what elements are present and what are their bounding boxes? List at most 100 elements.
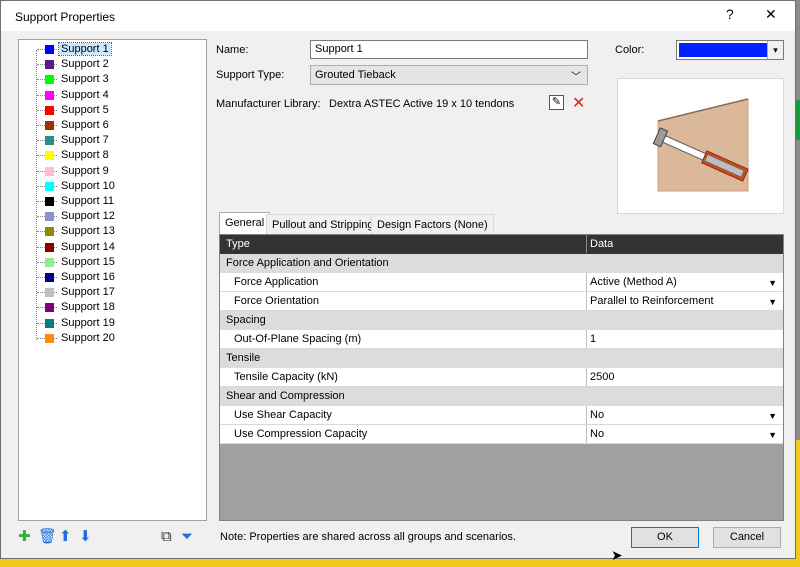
property-name: Tensile [226,352,261,364]
grid-property-row[interactable]: Tensile Capacity (kN) 2500 [220,368,783,387]
tree-item[interactable]: Support 12 [19,209,206,224]
chevron-down-icon: ▾ [767,41,783,59]
edit-library-icon[interactable]: ✎ [549,95,564,110]
tab-general[interactable]: General [219,212,271,235]
tree-item[interactable]: Support 18 [19,300,206,315]
tree-item-label: Support 17 [61,286,115,299]
color-swatch [45,136,54,146]
cancel-button[interactable]: Cancel [713,527,781,548]
tree-item[interactable]: Support 8 [19,148,206,163]
grid-group-row: Spacing [220,311,783,330]
tree-item[interactable]: Support 7 [19,133,206,148]
color-swatch [45,212,54,222]
tree-item-label: Support 15 [61,255,115,268]
property-value: No [590,409,605,421]
delete-icon[interactable]: 🗑 [38,529,57,545]
property-value-select[interactable]: Parallel to Reinforcement ▼ [586,292,783,310]
move-down-icon[interactable]: ⬇ [79,529,92,545]
tree-item[interactable]: Support 1 [19,42,206,57]
tree-item-label: Support 7 [61,134,109,147]
remove-library-icon[interactable]: ✕ [572,93,585,113]
support-type-label: Support Type: [216,69,285,81]
color-swatch [45,273,54,282]
property-value-select[interactable]: No ▼ [586,406,783,424]
tree-item[interactable]: Support 13 [19,224,206,239]
tree-item[interactable]: Support 5 [19,103,206,118]
property-value-input[interactable]: 2500 [586,368,783,386]
property-value: Parallel to Reinforcement [590,295,714,307]
grid-group-row: Tensile [220,349,783,368]
property-value: 1 [590,333,597,345]
name-label: Name: [216,44,249,56]
color-swatch [45,75,54,85]
property-name: Force Application [234,276,319,288]
tree-item-label: Support 19 [61,316,115,329]
property-grid: Type Data Force Application and Orientat… [219,234,784,521]
grid-property-row[interactable]: Use Shear Capacity No ▼ [220,406,783,425]
property-name: Use Shear Capacity [234,409,332,421]
tree-item[interactable]: Support 19 [19,316,206,331]
tree-item[interactable]: Support 17 [19,285,206,300]
tab-pullout-stripping[interactable]: Pullout and Stripping [266,214,380,235]
color-picker[interactable]: ▾ [676,40,784,60]
tab-design-factors[interactable]: Design Factors (None) [371,214,494,235]
library-label: Manufacturer Library: [216,98,321,110]
ok-button[interactable]: OK [631,527,699,548]
help-button[interactable]: ? [726,6,734,22]
header-type: Type [226,238,250,250]
filter-icon[interactable]: ⏷ [181,529,193,545]
property-name: Use Compression Capacity [234,428,368,440]
color-swatch [45,197,54,206]
mouse-cursor-icon: ➤ [611,547,623,563]
property-name: Shear and Compression [226,390,345,402]
move-up-icon[interactable]: ⬆ [59,529,72,545]
property-value-select[interactable]: Active (Method A) ▼ [586,273,783,291]
copy-icon[interactable]: ⧉ [161,529,172,545]
header-data: Data [586,235,783,253]
property-value-select[interactable]: No ▼ [586,425,783,443]
property-name: Tensile Capacity (kN) [234,371,338,383]
dropdown-arrow-icon: ▼ [768,278,777,288]
support-properties-dialog: Support Properties ? ✕ Support 1 Support … [0,0,796,559]
tree-item[interactable]: Support 6 [19,118,206,133]
color-swatch [679,43,767,57]
tree-item[interactable]: Support 16 [19,270,206,285]
window-title: Support Properties [15,10,116,24]
property-name: Spacing [226,314,266,326]
color-swatch [45,333,54,343]
tree-item[interactable]: Support 20 [19,331,206,346]
color-swatch [45,151,54,161]
property-name: Force Application and Orientation [226,257,389,269]
grid-property-row[interactable]: Use Compression Capacity No ▼ [220,425,783,444]
dropdown-arrow-icon: ▼ [768,297,777,307]
tree-item[interactable]: Support 9 [19,164,206,179]
tree-item[interactable]: Support 14 [19,240,206,255]
tree-item-label: Support 2 [61,58,109,71]
tree-item[interactable]: Support 10 [19,179,206,194]
title-bar: Support Properties ? ✕ [1,1,795,31]
dropdown-arrow-icon: ▼ [768,430,777,440]
grid-property-row[interactable]: Force Application Active (Method A) ▼ [220,273,783,292]
tree-item-label: Support 4 [61,88,109,101]
property-value-input[interactable]: 1 [586,330,783,348]
tree-item[interactable]: Support 2 [19,57,206,72]
tree-item-label: Support 13 [61,225,115,238]
property-value: Active (Method A) [590,276,677,288]
tree-item-label: Support 8 [61,149,109,162]
support-tree[interactable]: Support 1 Support 2 Support 3 Support 4 Supp… [18,39,207,521]
tree-item-label: Support 1 [58,42,112,56]
tree-item[interactable]: Support 15 [19,255,206,270]
grid-property-row[interactable]: Out-Of-Plane Spacing (m) 1 [220,330,783,349]
name-input[interactable]: Support 1 [310,40,588,59]
close-button[interactable]: ✕ [765,6,777,23]
add-icon[interactable]: ✚ [18,529,31,545]
tree-item[interactable]: Support 4 [19,88,206,103]
support-type-value: Grouted Tieback [315,69,396,81]
tree-item[interactable]: Support 3 [19,72,206,87]
grid-property-row[interactable]: Force Orientation Parallel to Reinforceme… [220,292,783,311]
chevron-down-icon: ﹀ [571,72,581,83]
tree-item[interactable]: Support 11 [19,194,206,209]
support-type-select[interactable]: Grouted Tieback ﹀ [310,65,588,85]
tree-item-label: Support 18 [61,301,115,314]
color-swatch [45,60,54,70]
